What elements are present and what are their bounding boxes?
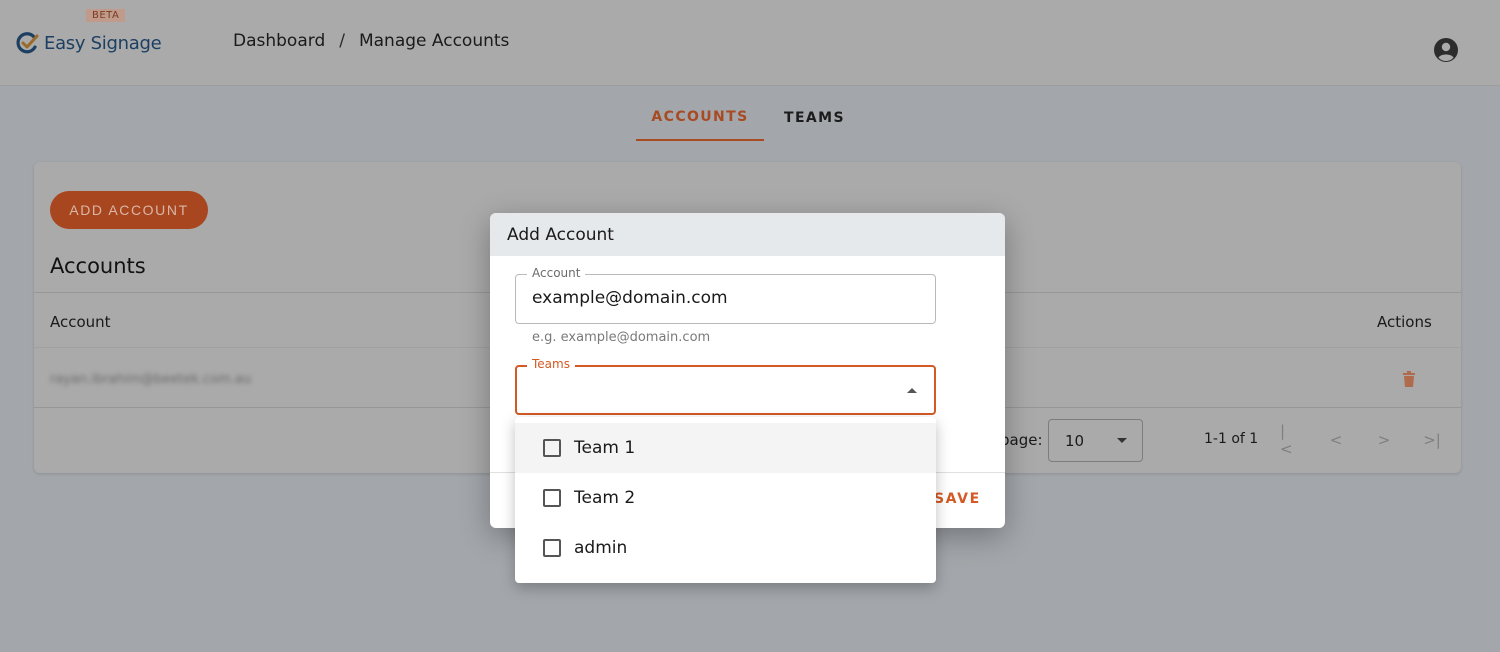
caret-down-icon [1117,438,1127,443]
caret-up-icon[interactable] [907,388,917,393]
rows-per-page-value: 10 [1065,432,1085,450]
rows-per-page-select[interactable]: 10 [1048,419,1143,462]
teams-field-label: Teams [527,357,575,371]
add-account-button[interactable]: ADD ACCOUNT [50,191,208,229]
teams-select[interactable]: Teams [515,357,936,415]
last-page-icon[interactable]: >| [1423,431,1441,449]
save-button[interactable]: SAVE [934,491,981,507]
first-page-icon[interactable]: |< [1280,422,1296,458]
rows-per-page-label: page: [1000,431,1043,449]
tab-bar: ACCOUNTS TEAMS [636,95,863,141]
account-helper-text: e.g. example@domain.com [532,330,711,345]
column-header-actions: Actions [1377,313,1432,331]
pagination-range: 1-1 of 1 [1204,431,1259,447]
logo[interactable]: Easy Signage [14,28,162,58]
logo-text: Easy Signage [44,32,162,54]
breadcrumb: Dashboard / Manage Accounts [233,31,509,51]
menu-item-team-2[interactable]: Team 2 [515,473,936,523]
breadcrumb-manage-accounts: Manage Accounts [358,31,510,51]
trash-icon[interactable] [1402,371,1416,387]
checkbox-icon[interactable] [543,489,561,507]
teams-dropdown-menu: Team 1 Team 2 admin [515,417,936,583]
menu-item-label: Team 1 [574,438,636,458]
easy-signage-logo-icon [16,32,39,54]
top-app-bar: Easy Signage BETA Dashboard / Manage Acc… [0,0,1500,86]
breadcrumb-separator: / [339,31,345,51]
checkbox-icon[interactable] [543,439,561,457]
menu-item-label: admin [574,538,628,558]
menu-item-admin[interactable]: admin [515,523,936,573]
account-field[interactable]: Account [515,266,936,324]
account-circle-icon[interactable] [1433,37,1459,63]
beta-badge: BETA [86,9,126,22]
checkbox-icon[interactable] [543,539,561,557]
next-page-icon[interactable]: > [1376,431,1392,449]
tab-teams[interactable]: TEAMS [764,95,863,141]
dialog-title: Add Account [490,213,1005,256]
accounts-title: Accounts [50,254,146,278]
account-field-label: Account [527,266,586,280]
previous-page-icon[interactable]: < [1328,431,1344,449]
menu-item-label: Team 2 [574,488,636,508]
account-input[interactable] [532,288,912,308]
menu-item-team-1[interactable]: Team 1 [515,423,936,473]
table-row-account: rayan.ibrahim@beetek.com.au [50,372,252,387]
tab-accounts[interactable]: ACCOUNTS [636,95,764,141]
column-header-account[interactable]: Account [50,313,111,331]
breadcrumb-dashboard[interactable]: Dashboard [233,31,325,51]
